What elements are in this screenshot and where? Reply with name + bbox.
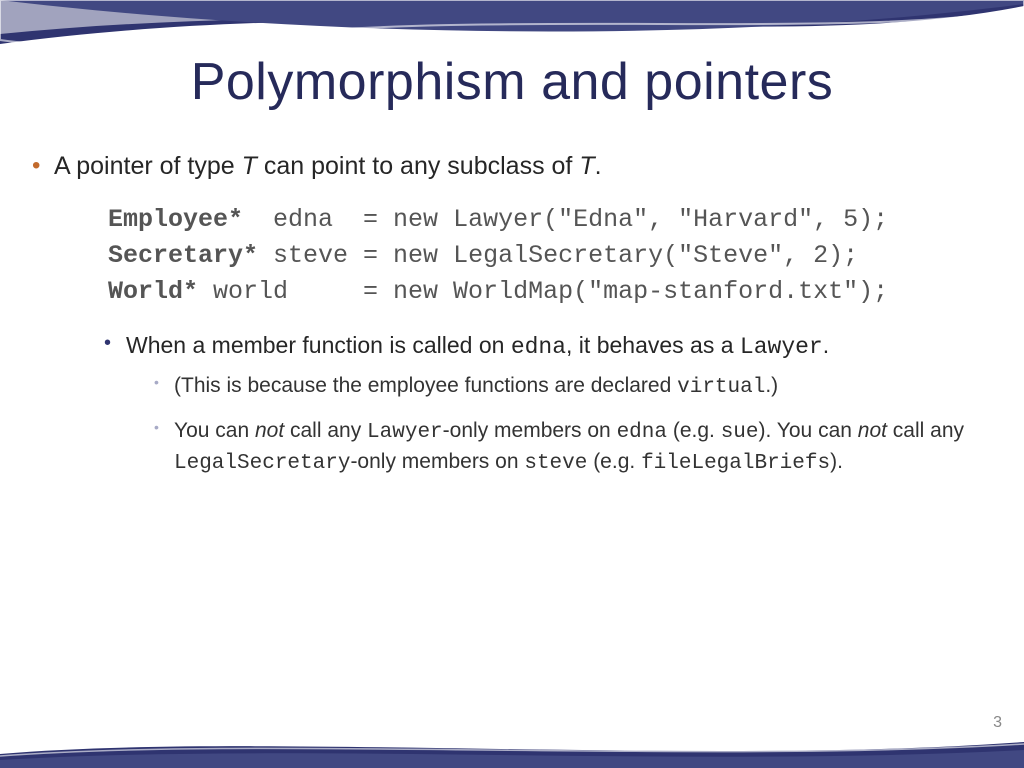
sub1b-pre: You can: [174, 419, 255, 442]
sub1b-mid5: call any: [887, 419, 964, 442]
sub1b-mid2: -only members on: [443, 419, 617, 442]
sub1b-code2: edna: [617, 421, 667, 444]
sub1b-mid4: ). You can: [759, 419, 858, 442]
sub1-pre: When a member function is called on: [126, 332, 511, 358]
slide-title: Polymorphism and pointers: [0, 52, 1024, 112]
sub1a-pre: (This is because the employee functions …: [174, 374, 677, 397]
bullet-text-mid: can point to any subclass of: [257, 152, 579, 180]
sub-bullet-1: When a member function is called on edna…: [102, 329, 1004, 479]
code-rest-2: steve = new LegalSecretary("Steve", 2);: [258, 241, 858, 270]
slide: Polymorphism and pointers A pointer of t…: [0, 0, 1024, 768]
code-rest-1: edna = new Lawyer("Edna", "Harvard", 5);: [243, 205, 888, 234]
sub1b-code6: fileLegalBriefs: [641, 452, 830, 475]
sub1b-code3: sue: [721, 421, 759, 444]
sub1-code1: edna: [511, 334, 566, 360]
sub1b-not: not: [255, 419, 284, 442]
code-kw-2: Secretary*: [108, 241, 258, 270]
sub1b-mid1: call any: [284, 419, 367, 442]
bullet-text-T: T: [242, 152, 257, 180]
top-wave-decoration: [0, 0, 1024, 60]
sub1b-mid6: -only members on: [350, 450, 524, 473]
sub1b-code1: Lawyer: [367, 421, 443, 444]
bullet-text-post: .: [595, 152, 602, 180]
code-kw-1: Employee*: [108, 205, 243, 234]
sub1-code2: Lawyer: [740, 334, 823, 360]
bottom-wave-decoration: [0, 736, 1024, 768]
bullet-text-pre: A pointer of type: [54, 152, 242, 180]
sub-sub-bullet-2: You can not call any Lawyer-only members…: [152, 416, 1004, 479]
sub1a-code: virtual: [677, 376, 765, 399]
sub1a-post: .): [765, 374, 778, 397]
bullet-main: A pointer of type T can point to any sub…: [28, 150, 1004, 479]
sub1b-code5: steve: [524, 452, 587, 475]
code-block: Employee* edna = new Lawyer("Edna", "Har…: [108, 202, 1004, 311]
code-kw-3: World*: [108, 277, 198, 306]
sub1-post: .: [823, 332, 829, 358]
bullet-text-T2: T: [579, 152, 594, 180]
sub1b-not2: not: [858, 419, 887, 442]
sub1b-code4: LegalSecretary: [174, 452, 350, 475]
page-number: 3: [993, 714, 1002, 732]
sub1b-mid7: (e.g.: [587, 450, 641, 473]
sub1b-mid3: (e.g.: [667, 419, 721, 442]
sub1-mid: , it behaves as a: [566, 332, 740, 358]
slide-content: A pointer of type T can point to any sub…: [28, 150, 1004, 493]
sub-sub-bullet-1: (This is because the employee functions …: [152, 371, 1004, 402]
code-rest-3: world = new WorldMap("map-stanford.txt")…: [198, 277, 888, 306]
sub1b-post: ).: [830, 450, 843, 473]
